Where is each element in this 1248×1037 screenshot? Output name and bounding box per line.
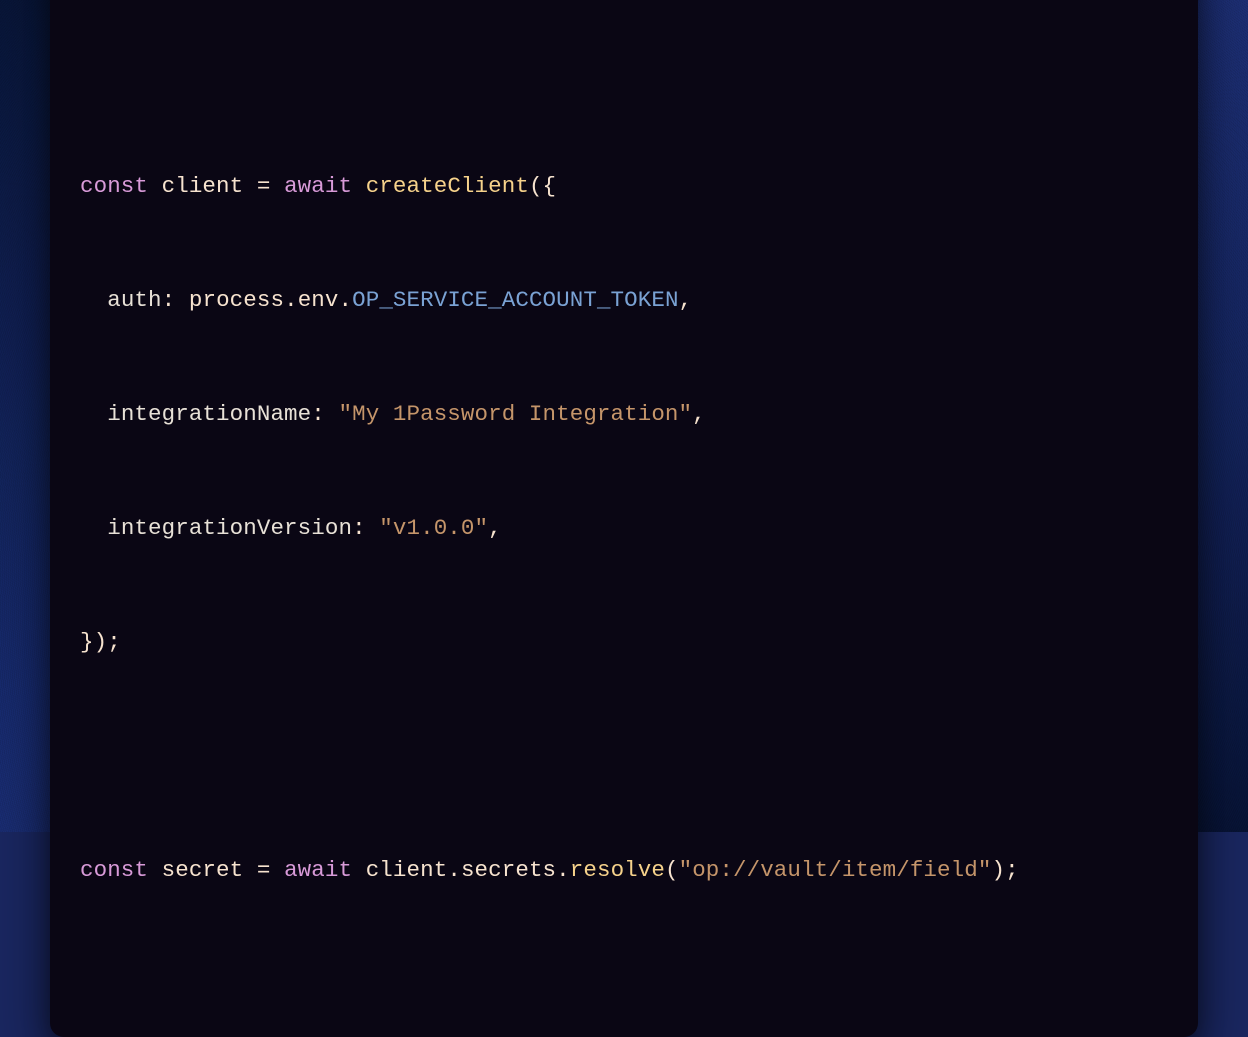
func-createClient: createClient — [366, 173, 529, 199]
ident-client: client — [162, 173, 244, 199]
punct-comma: , — [488, 515, 502, 541]
punct-colon: : — [352, 515, 379, 541]
indent — [80, 515, 107, 541]
punct-comma: , — [679, 287, 693, 313]
string-integrationName: "My 1Password Integration" — [338, 401, 692, 427]
code-line-6: integrationVersion: "v1.0.0", — [80, 509, 1168, 547]
space — [243, 173, 257, 199]
code-line-4: auth: process.env.OP_SERVICE_ACCOUNT_TOK… — [80, 281, 1168, 319]
ident-client: client — [366, 857, 448, 883]
punct-dot: . — [339, 287, 353, 313]
code-line-blank — [80, 53, 1168, 91]
space — [148, 857, 162, 883]
string-secret-ref: "op://vault/item/field" — [679, 857, 992, 883]
code-line-5: integrationName: "My 1Password Integrati… — [80, 395, 1168, 433]
indent — [80, 401, 107, 427]
code-terminal-window: import { createClient } from "@1password… — [50, 0, 1198, 1037]
punct-semi: ; — [1005, 857, 1019, 883]
indent — [80, 287, 107, 313]
space — [270, 857, 284, 883]
op-equals: = — [257, 173, 271, 199]
punct-comma: , — [692, 401, 706, 427]
code-line-3: const client = await createClient({ — [80, 167, 1168, 205]
punct-close: }); — [80, 629, 121, 655]
code-block: import { createClient } from "@1password… — [80, 0, 1168, 965]
ident-env: env — [298, 287, 339, 313]
keyword-await: await — [284, 857, 352, 883]
code-line-7: }); — [80, 623, 1168, 661]
prop-integrationVersion: integrationVersion — [107, 515, 352, 541]
code-line-9: const secret = await client.secrets.reso… — [80, 851, 1168, 889]
ident-process: process — [189, 287, 284, 313]
space — [148, 173, 162, 199]
punct-rparen: ) — [991, 857, 1005, 883]
space — [243, 857, 257, 883]
keyword-await: await — [284, 173, 352, 199]
punct-dot: . — [447, 857, 461, 883]
const-token: OP_SERVICE_ACCOUNT_TOKEN — [352, 287, 678, 313]
space — [352, 173, 366, 199]
func-resolve: resolve — [570, 857, 665, 883]
space — [352, 857, 366, 883]
string-integrationVersion: "v1.0.0" — [379, 515, 488, 541]
ident-secrets: secrets — [461, 857, 556, 883]
prop-integrationName: integrationName — [107, 401, 311, 427]
punct-colon: : — [162, 287, 189, 313]
punct-dot: . — [556, 857, 570, 883]
punct-lparen: ( — [665, 857, 679, 883]
punct-dot: . — [284, 287, 298, 313]
keyword-const: const — [80, 857, 148, 883]
code-line-blank — [80, 737, 1168, 775]
ident-secret: secret — [162, 857, 244, 883]
keyword-const: const — [80, 173, 148, 199]
punct-colon: : — [311, 401, 338, 427]
op-equals: = — [257, 857, 271, 883]
prop-auth: auth — [107, 287, 161, 313]
space — [270, 173, 284, 199]
punct-open: ({ — [529, 173, 556, 199]
